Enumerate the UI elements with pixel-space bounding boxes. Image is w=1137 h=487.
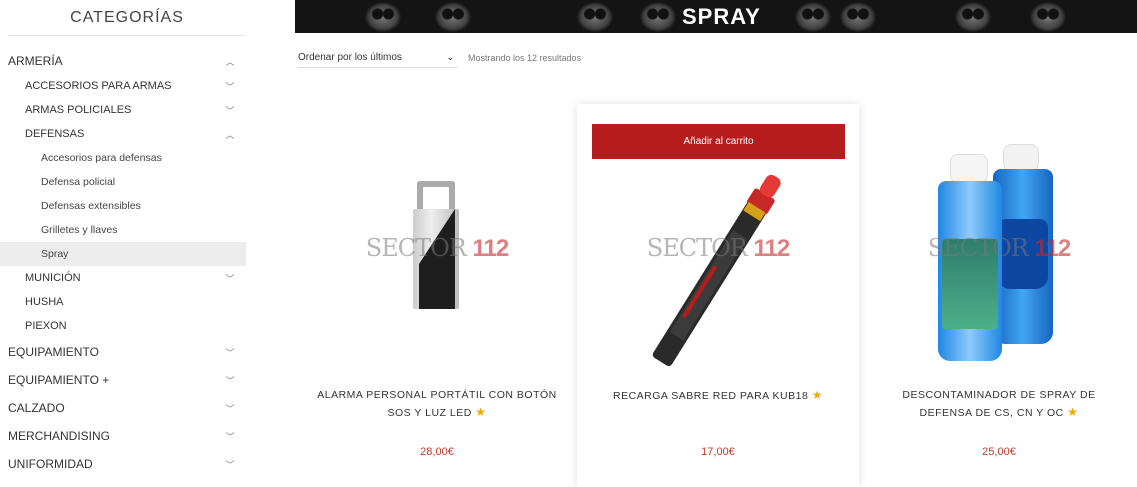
chevron-down-icon[interactable]: ﹀ xyxy=(222,430,238,443)
product-price: 25,00€ xyxy=(982,446,1016,458)
category-label: Accesorios para defensas xyxy=(41,152,162,164)
category-armas-policiales[interactable]: ARMAS POLICIALES ﹀ xyxy=(0,98,246,122)
skull-decoration-icon xyxy=(955,2,991,32)
category-sidebar: CATEGORÍAS ARMERÍA ︿ ACCESORIOS PARA ARM… xyxy=(0,0,246,487)
chevron-down-icon[interactable]: ﹀ xyxy=(222,80,238,93)
skull-decoration-icon xyxy=(795,2,831,32)
product-card[interactable]: SECTOR 112 Añadir al carrito RECARGA SAB… xyxy=(577,104,859,487)
category-label: ARMAS POLICIALES xyxy=(25,104,132,116)
category-armeria[interactable]: ARMERÍA ︿ xyxy=(0,48,246,74)
skull-decoration-icon xyxy=(435,2,471,32)
skull-decoration-icon xyxy=(640,2,676,32)
category-defensas-extensibles[interactable]: Defensas extensibles xyxy=(0,194,246,218)
chevron-down-icon[interactable]: ﹀ xyxy=(222,272,238,285)
product-name: RECARGA SABRE RED PARA KUB18 xyxy=(613,390,809,402)
chevron-down-icon[interactable]: ﹀ xyxy=(222,374,238,387)
product-name-link[interactable]: RECARGA SABRE RED PARA KUB18 ★ xyxy=(597,387,839,405)
category-label: ARMERÍA xyxy=(8,54,63,68)
product-price: 28,00€ xyxy=(420,446,454,458)
chevron-up-icon[interactable]: ︿ xyxy=(222,55,238,68)
category-accesorios-defensas[interactable]: Accesorios para defensas xyxy=(0,146,246,170)
category-label: PIEXON xyxy=(25,320,67,332)
sector112-watermark: SECTOR 112 xyxy=(858,234,1137,263)
add-to-cart-button[interactable]: Añadir al carrito xyxy=(592,124,845,159)
category-spray[interactable]: Spray xyxy=(0,242,246,266)
watermark-text: SECTOR xyxy=(365,234,467,262)
category-equipamiento[interactable]: EQUIPAMIENTO ﹀ xyxy=(0,338,246,366)
category-label: ACCESORIOS PARA ARMAS xyxy=(25,80,172,92)
category-label: DEFENSAS xyxy=(25,128,85,140)
banner-title: SPRAY xyxy=(682,4,761,29)
sector112-watermark: SECTOR 112 xyxy=(577,234,859,263)
watermark-text: SECTOR xyxy=(646,234,748,262)
product-image[interactable]: SECTOR 112 xyxy=(858,139,1137,379)
chevron-down-icon[interactable]: ﹀ xyxy=(222,104,238,117)
category-grilletes-llaves[interactable]: Grilletes y llaves xyxy=(0,218,246,242)
category-label: CALZADO xyxy=(8,401,65,415)
category-label: EQUIPAMIENTO + xyxy=(8,373,110,387)
product-price: 17,00€ xyxy=(701,446,735,458)
watermark-number: 112 xyxy=(1034,235,1072,262)
category-municion[interactable]: MUNICIÓN ﹀ xyxy=(0,266,246,290)
watermark-text: SECTOR xyxy=(927,234,1029,262)
category-defensas[interactable]: DEFENSAS ︿ xyxy=(0,122,246,146)
watermark-number: 112 xyxy=(472,235,510,262)
order-by-value: Ordenar por los últimos xyxy=(298,52,402,63)
chevron-down-icon: ⌄ xyxy=(446,52,454,62)
chevron-down-icon[interactable]: ﹀ xyxy=(222,346,238,359)
category-husha[interactable]: HUSHA xyxy=(0,290,246,314)
category-label: MUNICIÓN xyxy=(25,272,81,284)
skull-decoration-icon xyxy=(577,2,613,32)
category-accesorios-armas[interactable]: ACCESORIOS PARA ARMAS ﹀ xyxy=(0,74,246,98)
product-card[interactable]: SECTOR 112 DESCONTAMINADOR DE SPRAY DE D… xyxy=(858,104,1137,487)
star-icon: ★ xyxy=(811,388,823,402)
product-card[interactable]: SECTOR 112 ALARMA PERSONAL PORTÁTIL CON … xyxy=(296,104,578,487)
product-name: ALARMA PERSONAL PORTÁTIL CON BOTÓN SOS Y… xyxy=(317,389,557,419)
category-label: Spray xyxy=(41,248,69,260)
category-label: Defensa policial xyxy=(41,176,116,188)
category-piexon[interactable]: PIEXON xyxy=(0,314,246,338)
skull-decoration-icon xyxy=(365,2,401,32)
sector112-watermark: SECTOR 112 xyxy=(296,234,578,263)
product-name-link[interactable]: DESCONTAMINADOR DE SPRAY DE DEFENSA DE C… xyxy=(878,387,1120,422)
category-equipamiento-plus[interactable]: EQUIPAMIENTO + ﹀ xyxy=(0,366,246,394)
category-label: Defensas extensibles xyxy=(41,200,141,212)
star-icon: ★ xyxy=(1067,405,1079,419)
skull-decoration-icon xyxy=(1030,2,1066,32)
category-label: UNIFORMIDAD xyxy=(8,457,93,471)
category-label: HUSHA xyxy=(25,296,64,308)
category-defensa-policial[interactable]: Defensa policial xyxy=(0,170,246,194)
order-by-select[interactable]: Ordenar por los últimos ⌄ xyxy=(298,52,458,68)
chevron-down-icon[interactable]: ﹀ xyxy=(222,402,238,415)
category-calzado[interactable]: CALZADO ﹀ xyxy=(0,394,246,422)
product-image[interactable]: SECTOR 112 xyxy=(296,139,578,379)
product-name-link[interactable]: ALARMA PERSONAL PORTÁTIL CON BOTÓN SOS Y… xyxy=(316,387,558,422)
category-merchandising[interactable]: MERCHANDISING ﹀ xyxy=(0,422,246,450)
chevron-up-icon[interactable]: ︿ xyxy=(222,128,238,141)
spray-canister-image xyxy=(652,174,781,367)
results-count: Mostrando los 12 resultados xyxy=(468,53,582,63)
product-image[interactable]: SECTOR 112 xyxy=(577,139,859,379)
chevron-down-icon[interactable]: ﹀ xyxy=(222,458,238,471)
watermark-number: 112 xyxy=(753,235,791,262)
skull-decoration-icon xyxy=(840,2,876,32)
star-icon: ★ xyxy=(475,405,487,419)
category-uniformidad[interactable]: UNIFORMIDAD ﹀ xyxy=(0,450,246,478)
category-banner: SPRAY xyxy=(295,0,1137,33)
category-list: ARMERÍA ︿ ACCESORIOS PARA ARMAS ﹀ ARMAS … xyxy=(0,48,246,478)
categories-title: CATEGORÍAS xyxy=(8,0,246,36)
category-label: MERCHANDISING xyxy=(8,429,111,443)
category-label: EQUIPAMIENTO xyxy=(8,345,99,359)
shop-toolbar: Ordenar por los últimos ⌄ Mostrando los … xyxy=(298,52,581,68)
category-label: Grilletes y llaves xyxy=(41,224,118,236)
